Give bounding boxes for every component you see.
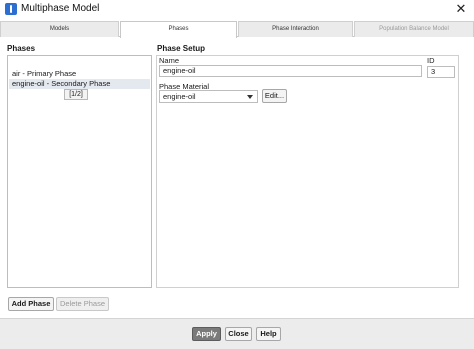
edit-material-button[interactable]: Edit...	[262, 89, 287, 103]
phase-setup-title: Phase Setup	[157, 44, 206, 53]
id-field[interactable]: 3	[427, 66, 455, 78]
name-label: Name	[159, 56, 180, 65]
tab-bar: Models Phases Phase Interaction Populati…	[0, 19, 474, 38]
tab-phase-interaction[interactable]: Phase Interaction	[238, 21, 353, 37]
tab-population-balance-model: Population Balance Model	[354, 21, 474, 37]
phase-material-dropdown[interactable]: engine-oil	[159, 90, 258, 103]
close-button[interactable]: Close	[225, 327, 252, 341]
add-phase-button[interactable]: Add Phase	[8, 297, 54, 311]
tab-phases[interactable]: Phases	[120, 21, 237, 38]
tab-models[interactable]: Models	[0, 21, 119, 37]
list-item[interactable]: engine-oil - Secondary Phase	[9, 79, 150, 89]
window-title: Multiphase Model	[21, 3, 100, 14]
list-item[interactable]: air - Primary Phase	[9, 69, 150, 79]
id-label: ID	[427, 56, 435, 65]
app-icon	[5, 3, 17, 15]
help-button[interactable]: Help	[256, 327, 281, 341]
name-field[interactable]: engine-oil	[159, 65, 422, 77]
close-window-button[interactable]: ✕	[448, 0, 474, 18]
delete-phase-button: Delete Phase	[56, 297, 109, 311]
chevron-down-icon	[247, 95, 253, 99]
list-tooltip: [1/2]	[64, 89, 88, 100]
title-bar: Multiphase Model ✕	[0, 0, 474, 18]
phases-title: Phases	[7, 44, 36, 53]
apply-button[interactable]: Apply	[192, 327, 221, 341]
phase-material-value: engine-oil	[163, 92, 196, 101]
